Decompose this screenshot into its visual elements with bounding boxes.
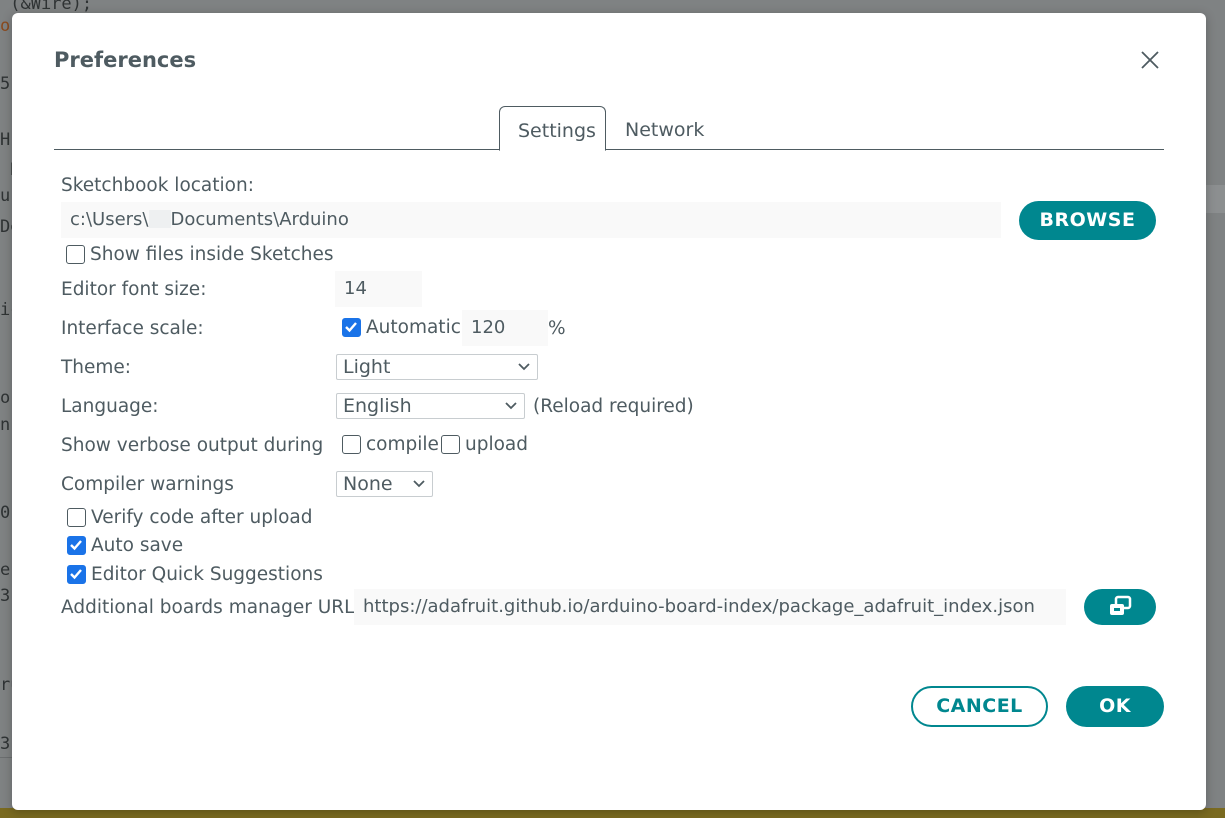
preferences-dialog: Preferences Settings Network Sketchbook … bbox=[12, 13, 1206, 810]
language-select-value: English bbox=[343, 395, 412, 417]
browse-button[interactable]: BROWSE bbox=[1019, 201, 1156, 240]
editor-font-size-input[interactable]: 14 bbox=[335, 271, 422, 307]
verify-code-checkbox[interactable] bbox=[67, 508, 86, 527]
interface-scale-automatic-checkbox[interactable] bbox=[342, 318, 361, 337]
background-code-line: 3 bbox=[0, 734, 11, 754]
language-reload-note: (Reload required) bbox=[533, 396, 694, 417]
open-window-button[interactable] bbox=[1084, 589, 1156, 625]
quick-suggestions-row[interactable]: Editor Quick Suggestions bbox=[67, 564, 323, 585]
language-label: Language: bbox=[61, 396, 159, 417]
background-code-line: e bbox=[0, 560, 11, 580]
quick-suggestions-checkbox[interactable] bbox=[67, 565, 86, 584]
verbose-compile-checkbox[interactable] bbox=[342, 435, 361, 454]
background-scrollbar bbox=[1206, 185, 1225, 213]
auto-save-label: Auto save bbox=[91, 535, 184, 556]
compiler-warnings-select[interactable]: None bbox=[336, 471, 433, 497]
verbose-compile-label: compile bbox=[366, 434, 439, 455]
verify-code-row[interactable]: Verify code after upload bbox=[67, 507, 313, 528]
redacted-username bbox=[148, 210, 171, 228]
verbose-compile-row[interactable]: compile bbox=[342, 434, 439, 455]
chevron-down-icon bbox=[505, 402, 517, 410]
compiler-warnings-select-value: None bbox=[343, 473, 393, 495]
interface-scale-label: Interface scale: bbox=[61, 318, 204, 339]
editor-font-size-label: Editor font size: bbox=[61, 279, 207, 300]
theme-select-value: Light bbox=[343, 356, 391, 378]
interface-scale-automatic-row[interactable]: Automatic bbox=[342, 317, 461, 338]
theme-label: Theme: bbox=[61, 357, 132, 378]
interface-scale-unit: % bbox=[548, 318, 566, 339]
show-files-checkbox-row[interactable]: Show files inside Sketches bbox=[66, 244, 334, 265]
ok-button[interactable]: OK bbox=[1066, 686, 1164, 727]
chevron-down-icon bbox=[518, 363, 530, 371]
chevron-down-icon bbox=[413, 480, 425, 488]
verbose-output-label: Show verbose output during bbox=[61, 435, 324, 456]
sketchbook-location-input[interactable]: c:\Users\ Documents\Arduino bbox=[61, 202, 1001, 238]
verbose-upload-row[interactable]: upload bbox=[441, 434, 528, 455]
language-select[interactable]: English bbox=[336, 393, 525, 419]
sketchbook-location-label: Sketchbook location: bbox=[61, 175, 254, 196]
compiler-warnings-label: Compiler warnings bbox=[61, 474, 234, 495]
verbose-upload-label: upload bbox=[465, 434, 529, 455]
background-code-line: (&Wire); bbox=[0, 0, 93, 14]
background-divider bbox=[0, 757, 12, 758]
theme-select[interactable]: Light bbox=[336, 354, 538, 380]
show-files-checkbox[interactable] bbox=[66, 245, 85, 264]
verbose-upload-checkbox[interactable] bbox=[441, 435, 460, 454]
interface-scale-automatic-label: Automatic bbox=[366, 317, 461, 338]
quick-suggestions-label: Editor Quick Suggestions bbox=[91, 564, 323, 585]
interface-scale-input[interactable]: 120 bbox=[462, 310, 548, 346]
boards-urls-input[interactable]: https://adafruit.github.io/arduino-board… bbox=[354, 589, 1066, 625]
verify-code-label: Verify code after upload bbox=[91, 507, 313, 528]
open-window-icon bbox=[1110, 595, 1132, 615]
sketchbook-path-suffix: Documents\Arduino bbox=[170, 209, 349, 230]
cancel-button[interactable]: CANCEL bbox=[911, 686, 1048, 727]
sketchbook-path-prefix: c:\Users\ bbox=[70, 209, 149, 230]
auto-save-row[interactable]: Auto save bbox=[67, 535, 183, 556]
boards-urls-label: Additional boards manager URLs: bbox=[61, 597, 371, 618]
settings-panel: Sketchbook location: c:\Users\ Documents\… bbox=[12, 13, 1206, 810]
auto-save-checkbox[interactable] bbox=[67, 536, 86, 555]
show-files-label: Show files inside Sketches bbox=[90, 244, 334, 265]
